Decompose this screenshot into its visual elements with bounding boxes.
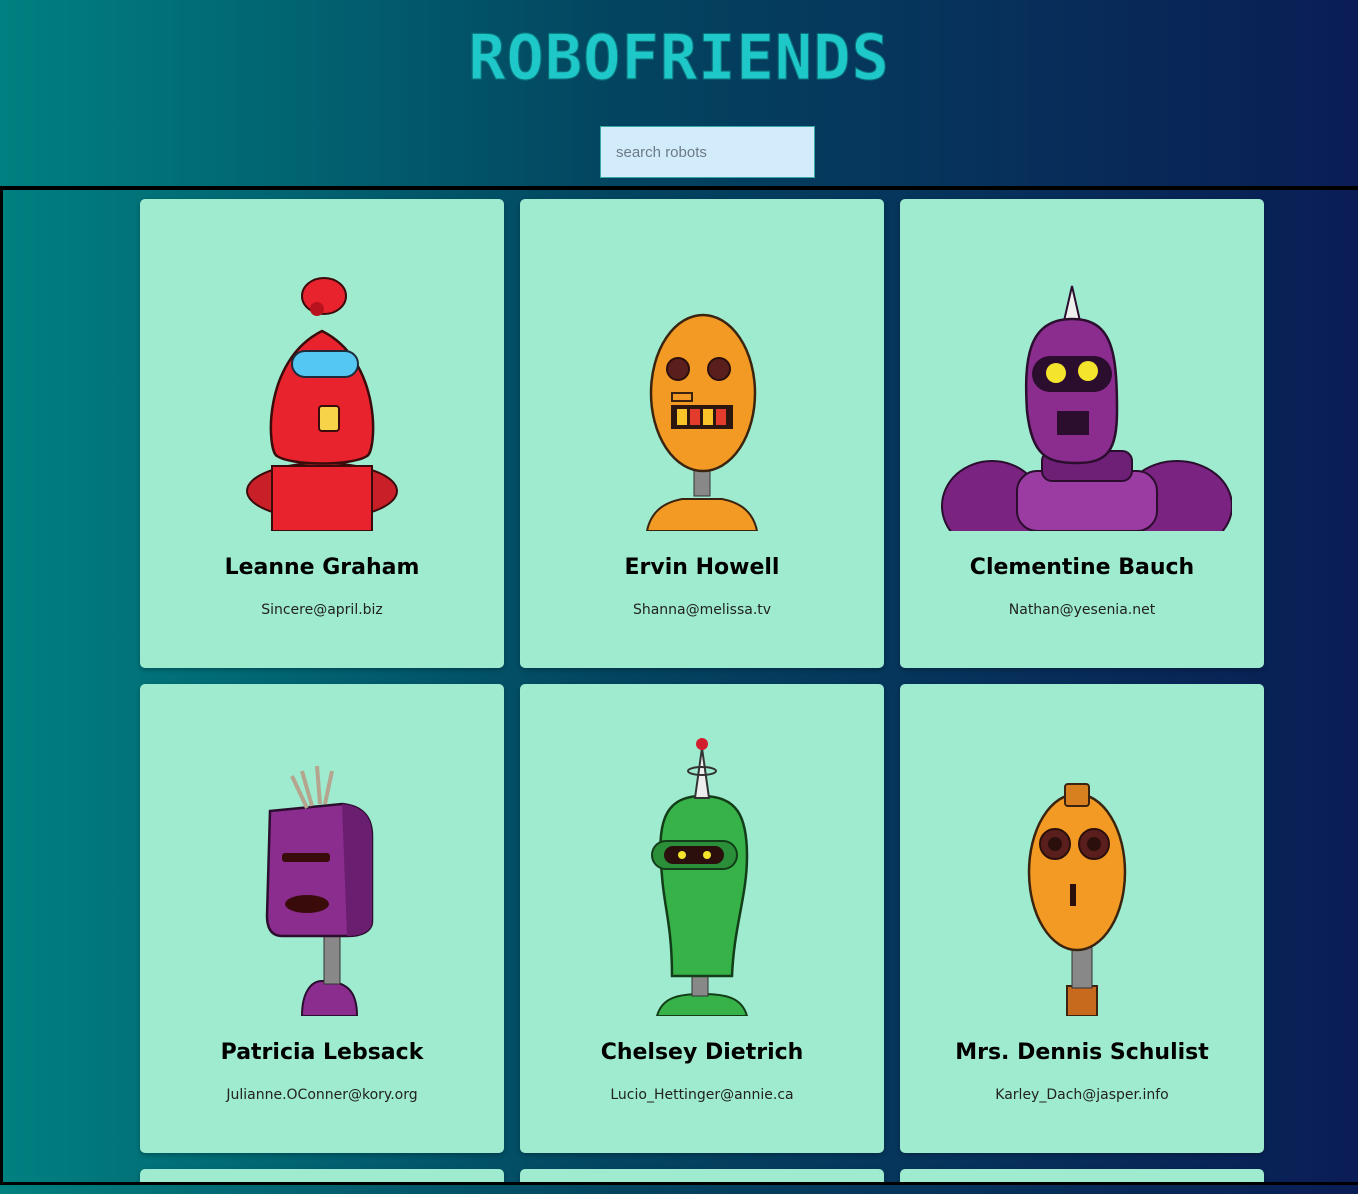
robot-name: Chelsey Dietrich xyxy=(600,1040,804,1065)
robot-name: Mrs. Dennis Schulist xyxy=(955,1040,1209,1065)
robot-card: Patricia Lebsack Julianne.OConner@kory.o… xyxy=(140,684,504,1153)
robot-name: Ervin Howell xyxy=(624,555,780,580)
robot-card xyxy=(900,1169,1264,1182)
robot-name: Leanne Graham xyxy=(224,555,420,580)
robot-email: Lucio_Hettinger@annie.ca xyxy=(610,1087,794,1103)
robot-email: Karley_Dach@jasper.info xyxy=(995,1087,1169,1103)
search-box xyxy=(600,126,815,178)
robot-card: Clementine Bauch Nathan@yesenia.net xyxy=(900,199,1264,668)
robot-avatar-image xyxy=(246,277,398,531)
robot-avatar-image xyxy=(645,313,759,531)
robot-card: Mrs. Dennis Schulist Karley_Dach@jasper.… xyxy=(900,684,1264,1153)
search-input[interactable] xyxy=(600,126,815,178)
robot-card: Chelsey Dietrich Lucio_Hettinger@annie.c… xyxy=(520,684,884,1153)
robot-email: Sincere@april.biz xyxy=(261,602,383,618)
robot-name: Clementine Bauch xyxy=(969,555,1195,580)
robot-email: Julianne.OConner@kory.org xyxy=(226,1087,418,1103)
robot-card: Ervin Howell Shanna@melissa.tv xyxy=(520,199,884,668)
card-list-scroll-area[interactable]: Leanne Graham Sincere@april.biz Ervin Ho… xyxy=(0,186,1358,1185)
robot-avatar-image xyxy=(941,285,1232,531)
robot-avatar-image xyxy=(265,765,374,1016)
robot-avatar-image xyxy=(1027,783,1127,1016)
robot-name: Patricia Lebsack xyxy=(220,1040,424,1065)
robot-email: Shanna@melissa.tv xyxy=(632,602,772,618)
robot-card xyxy=(140,1169,504,1182)
robot-avatar-image xyxy=(651,738,749,1016)
robot-card xyxy=(520,1169,884,1182)
robot-email: Nathan@yesenia.net xyxy=(1008,602,1156,618)
app-title: ROBOFRIENDS xyxy=(468,21,890,94)
robot-card: Leanne Graham Sincere@april.biz xyxy=(140,199,504,668)
